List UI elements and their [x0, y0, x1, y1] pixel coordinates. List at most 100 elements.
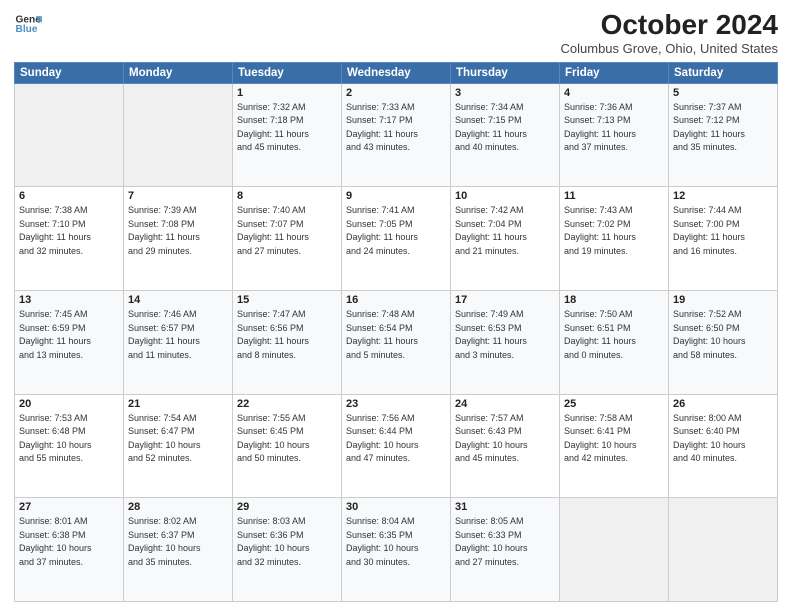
- calendar-cell: 12Sunrise: 7:44 AM Sunset: 7:00 PM Dayli…: [669, 187, 778, 291]
- calendar-cell: 7 Sunrise: 7:39 AM Sunset: 7:08 PM Daylig…: [124, 187, 233, 291]
- svg-text:Blue: Blue: [16, 24, 38, 35]
- day-info: Sunrise: 7:57 AM Sunset: 6:43 PM Dayligh…: [455, 412, 555, 466]
- col-monday: Monday: [124, 62, 233, 83]
- calendar-header-row: Sunday Monday Tuesday Wednesday Thursday…: [15, 62, 778, 83]
- logo: General Blue: [14, 10, 42, 38]
- header: General Blue October 2024 Columbus Grove…: [14, 10, 778, 56]
- day-number: 24: [455, 398, 555, 410]
- calendar-cell: 13Sunrise: 7:45 AM Sunset: 6:59 PM Dayli…: [15, 291, 124, 395]
- day-info: Sunrise: 7:54 AM Sunset: 6:47 PM Dayligh…: [128, 412, 228, 466]
- day-info: Sunrise: 7:40 AM Sunset: 7:07 PM Dayligh…: [237, 204, 337, 258]
- calendar-table: Sunday Monday Tuesday Wednesday Thursday…: [14, 62, 778, 602]
- day-number: 22: [237, 398, 337, 410]
- day-info: Sunrise: 8:03 AM Sunset: 6:36 PM Dayligh…: [237, 515, 337, 569]
- calendar-week-5: 27 Sunrise: 8:01 AM Sunset: 6:38 PM Dayli…: [15, 498, 778, 602]
- calendar-week-4: 20 Sunrise: 7:53 AM Sunset: 6:48 PM Dayli…: [15, 394, 778, 498]
- day-number: 3: [455, 87, 555, 99]
- calendar-cell: 11 Sunrise: 7:43 AM Sunset: 7:02 PM Dayli…: [560, 187, 669, 291]
- calendar-cell: [669, 498, 778, 602]
- calendar-cell: 26 Sunrise: 8:00 AM Sunset: 6:40 PM Dayli…: [669, 394, 778, 498]
- calendar-week-1: 1Sunrise: 7:32 AM Sunset: 7:18 PM Daylig…: [15, 83, 778, 187]
- day-info: Sunrise: 8:01 AM Sunset: 6:38 PM Dayligh…: [19, 515, 119, 569]
- calendar-cell: 23 Sunrise: 7:56 AM Sunset: 6:44 PM Dayli…: [342, 394, 451, 498]
- main-title: October 2024: [561, 10, 779, 41]
- day-info: Sunrise: 7:53 AM Sunset: 6:48 PM Dayligh…: [19, 412, 119, 466]
- calendar-cell: 8 Sunrise: 7:40 AM Sunset: 7:07 PM Daylig…: [233, 187, 342, 291]
- calendar-cell: 5 Sunrise: 7:37 AM Sunset: 7:12 PM Daylig…: [669, 83, 778, 187]
- calendar-cell: 6 Sunrise: 7:38 AM Sunset: 7:10 PM Daylig…: [15, 187, 124, 291]
- day-info: Sunrise: 7:48 AM Sunset: 6:54 PM Dayligh…: [346, 308, 446, 362]
- day-info: Sunrise: 8:00 AM Sunset: 6:40 PM Dayligh…: [673, 412, 773, 466]
- calendar-cell: 9 Sunrise: 7:41 AM Sunset: 7:05 PM Daylig…: [342, 187, 451, 291]
- day-info: Sunrise: 7:46 AM Sunset: 6:57 PM Dayligh…: [128, 308, 228, 362]
- col-sunday: Sunday: [15, 62, 124, 83]
- calendar-cell: 4 Sunrise: 7:36 AM Sunset: 7:13 PM Daylig…: [560, 83, 669, 187]
- day-info: Sunrise: 7:43 AM Sunset: 7:02 PM Dayligh…: [564, 204, 664, 258]
- day-number: 14: [128, 294, 228, 306]
- day-info: Sunrise: 7:41 AM Sunset: 7:05 PM Dayligh…: [346, 204, 446, 258]
- day-info: Sunrise: 7:44 AM Sunset: 7:00 PM Dayligh…: [673, 204, 773, 258]
- day-number: 27: [19, 501, 119, 513]
- day-number: 16: [346, 294, 446, 306]
- col-friday: Friday: [560, 62, 669, 83]
- day-info: Sunrise: 7:36 AM Sunset: 7:13 PM Dayligh…: [564, 101, 664, 155]
- calendar-cell: 31Sunrise: 8:05 AM Sunset: 6:33 PM Dayli…: [451, 498, 560, 602]
- day-number: 29: [237, 501, 337, 513]
- calendar-week-3: 13Sunrise: 7:45 AM Sunset: 6:59 PM Dayli…: [15, 291, 778, 395]
- day-info: Sunrise: 7:45 AM Sunset: 6:59 PM Dayligh…: [19, 308, 119, 362]
- day-info: Sunrise: 7:37 AM Sunset: 7:12 PM Dayligh…: [673, 101, 773, 155]
- day-info: Sunrise: 7:52 AM Sunset: 6:50 PM Dayligh…: [673, 308, 773, 362]
- day-number: 8: [237, 190, 337, 202]
- day-number: 30: [346, 501, 446, 513]
- day-number: 28: [128, 501, 228, 513]
- calendar-cell: 29 Sunrise: 8:03 AM Sunset: 6:36 PM Dayli…: [233, 498, 342, 602]
- calendar-cell: 15 Sunrise: 7:47 AM Sunset: 6:56 PM Dayli…: [233, 291, 342, 395]
- day-info: Sunrise: 7:56 AM Sunset: 6:44 PM Dayligh…: [346, 412, 446, 466]
- title-area: October 2024 Columbus Grove, Ohio, Unite…: [561, 10, 779, 56]
- day-info: Sunrise: 7:50 AM Sunset: 6:51 PM Dayligh…: [564, 308, 664, 362]
- day-number: 23: [346, 398, 446, 410]
- calendar-cell: 17Sunrise: 7:49 AM Sunset: 6:53 PM Dayli…: [451, 291, 560, 395]
- calendar-cell: 27 Sunrise: 8:01 AM Sunset: 6:38 PM Dayli…: [15, 498, 124, 602]
- day-info: Sunrise: 7:32 AM Sunset: 7:18 PM Dayligh…: [237, 101, 337, 155]
- day-number: 5: [673, 87, 773, 99]
- calendar-cell: 18 Sunrise: 7:50 AM Sunset: 6:51 PM Dayli…: [560, 291, 669, 395]
- col-saturday: Saturday: [669, 62, 778, 83]
- calendar-cell: 3Sunrise: 7:34 AM Sunset: 7:15 PM Daylig…: [451, 83, 560, 187]
- day-number: 25: [564, 398, 664, 410]
- calendar-week-2: 6 Sunrise: 7:38 AM Sunset: 7:10 PM Daylig…: [15, 187, 778, 291]
- day-info: Sunrise: 8:04 AM Sunset: 6:35 PM Dayligh…: [346, 515, 446, 569]
- day-number: 11: [564, 190, 664, 202]
- calendar-cell: [124, 83, 233, 187]
- day-number: 4: [564, 87, 664, 99]
- day-info: Sunrise: 7:39 AM Sunset: 7:08 PM Dayligh…: [128, 204, 228, 258]
- calendar-cell: 24 Sunrise: 7:57 AM Sunset: 6:43 PM Dayli…: [451, 394, 560, 498]
- calendar-cell: 14 Sunrise: 7:46 AM Sunset: 6:57 PM Dayli…: [124, 291, 233, 395]
- calendar-cell: 16 Sunrise: 7:48 AM Sunset: 6:54 PM Dayli…: [342, 291, 451, 395]
- subtitle: Columbus Grove, Ohio, United States: [561, 41, 779, 56]
- col-thursday: Thursday: [451, 62, 560, 83]
- day-number: 20: [19, 398, 119, 410]
- col-tuesday: Tuesday: [233, 62, 342, 83]
- day-info: Sunrise: 7:42 AM Sunset: 7:04 PM Dayligh…: [455, 204, 555, 258]
- day-number: 19: [673, 294, 773, 306]
- calendar-cell: 25Sunrise: 7:58 AM Sunset: 6:41 PM Dayli…: [560, 394, 669, 498]
- calendar-cell: 30 Sunrise: 8:04 AM Sunset: 6:35 PM Dayli…: [342, 498, 451, 602]
- calendar-cell: [560, 498, 669, 602]
- day-info: Sunrise: 8:05 AM Sunset: 6:33 PM Dayligh…: [455, 515, 555, 569]
- day-info: Sunrise: 7:47 AM Sunset: 6:56 PM Dayligh…: [237, 308, 337, 362]
- calendar-cell: [15, 83, 124, 187]
- day-number: 21: [128, 398, 228, 410]
- day-number: 26: [673, 398, 773, 410]
- calendar-cell: 10Sunrise: 7:42 AM Sunset: 7:04 PM Dayli…: [451, 187, 560, 291]
- day-info: Sunrise: 7:55 AM Sunset: 6:45 PM Dayligh…: [237, 412, 337, 466]
- day-number: 7: [128, 190, 228, 202]
- day-info: Sunrise: 7:38 AM Sunset: 7:10 PM Dayligh…: [19, 204, 119, 258]
- day-number: 9: [346, 190, 446, 202]
- day-number: 6: [19, 190, 119, 202]
- day-number: 15: [237, 294, 337, 306]
- day-number: 18: [564, 294, 664, 306]
- day-info: Sunrise: 8:02 AM Sunset: 6:37 PM Dayligh…: [128, 515, 228, 569]
- calendar-cell: 2Sunrise: 7:33 AM Sunset: 7:17 PM Daylig…: [342, 83, 451, 187]
- day-number: 17: [455, 294, 555, 306]
